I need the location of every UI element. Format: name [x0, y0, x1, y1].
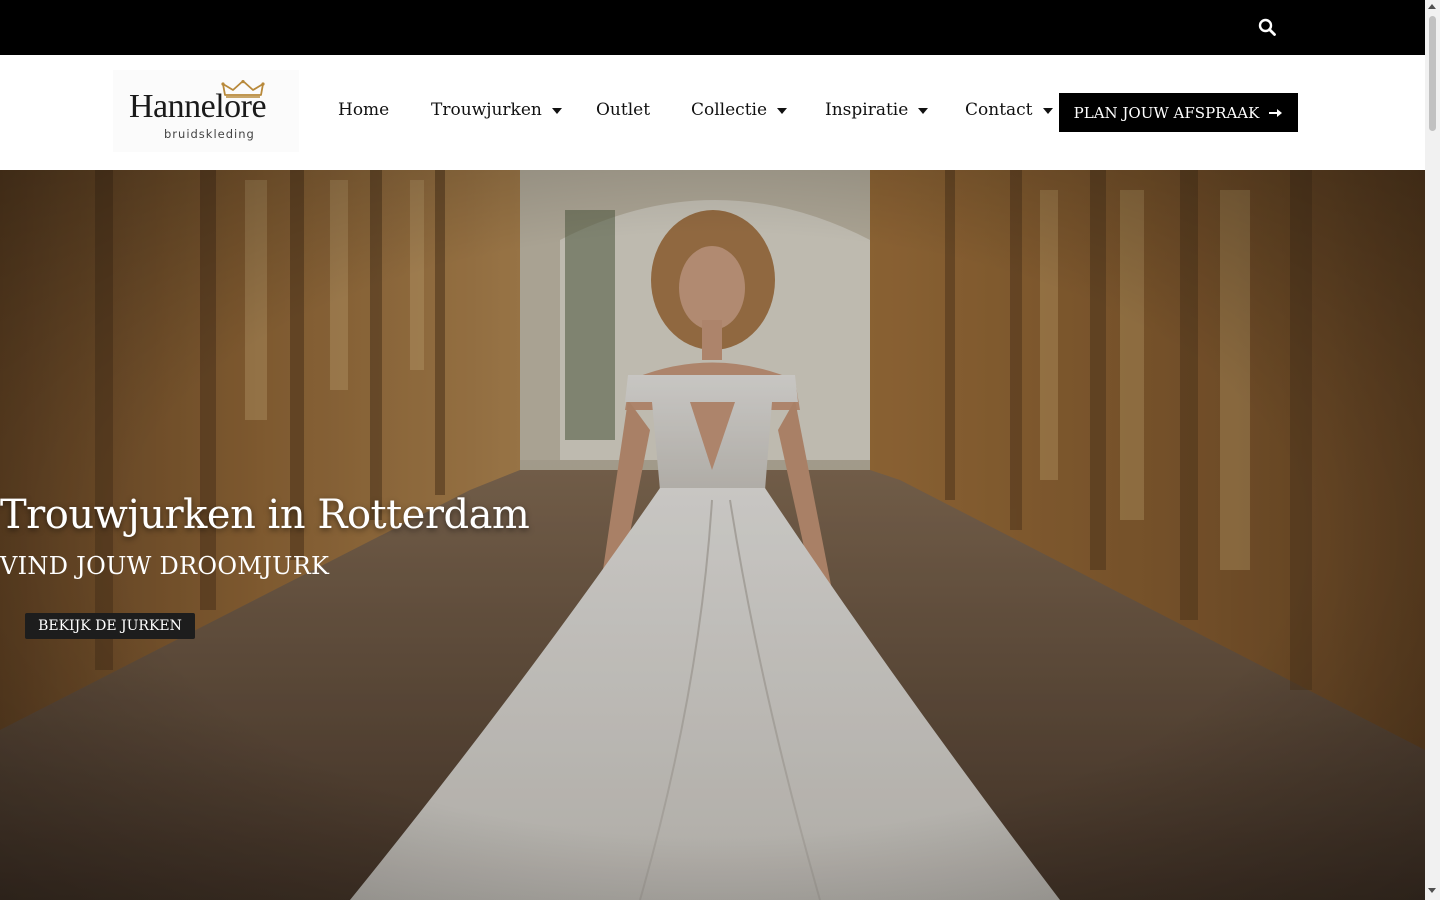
- nav-label: Outlet: [596, 100, 651, 120]
- logo[interactable]: Hannelore bruidskleding: [113, 70, 299, 152]
- caret-down-icon: [777, 108, 788, 114]
- nav-label: Collectie: [691, 100, 768, 120]
- hero-title: Trouwjurken in Rotterdam: [0, 492, 530, 538]
- search-icon[interactable]: [1258, 18, 1276, 36]
- nav-label: Trouwjurken: [431, 100, 542, 120]
- nav-item-inspiratie[interactable]: Inspiratie: [825, 100, 929, 120]
- arrow-right-icon: [1269, 108, 1283, 117]
- hero-section: Trouwjurken in Rotterdam VIND JOUW DROOM…: [0, 170, 1425, 900]
- hero-subtitle: VIND JOUW DROOMJURK: [0, 552, 330, 580]
- site-header: Hannelore bruidskleding Home Trouwjurken…: [0, 55, 1425, 170]
- caret-down-icon: [551, 108, 562, 114]
- caret-down-icon: [1042, 108, 1053, 114]
- nav-item-outlet[interactable]: Outlet: [596, 100, 650, 120]
- caret-down-icon: [918, 108, 929, 114]
- nav-item-collectie[interactable]: Collectie: [691, 100, 788, 120]
- page-scrollbar[interactable]: [1425, 0, 1440, 900]
- top-bar: [0, 0, 1425, 55]
- nav-item-home[interactable]: Home: [338, 100, 389, 120]
- cta-label: PLAN JOUW AFSPRAAK: [1073, 103, 1260, 122]
- nav-item-trouwjurken[interactable]: Trouwjurken: [431, 100, 562, 120]
- scroll-down-icon[interactable]: [1428, 888, 1436, 893]
- nav-item-contact[interactable]: Contact: [965, 100, 1053, 120]
- nav-label: Home: [338, 100, 390, 120]
- view-dresses-button[interactable]: BEKIJK DE JURKEN: [25, 613, 195, 639]
- logo-subtitle: bruidskleding: [164, 127, 255, 141]
- hero-button-label: BEKIJK DE JURKEN: [38, 618, 182, 634]
- logo-name: Hannelore: [129, 88, 267, 125]
- scroll-up-icon[interactable]: [1428, 4, 1436, 9]
- nav-label: Inspiratie: [825, 100, 909, 120]
- plan-appointment-button[interactable]: PLAN JOUW AFSPRAAK: [1059, 93, 1298, 132]
- nav-label: Contact: [965, 100, 1033, 120]
- scrollbar-thumb[interactable]: [1429, 16, 1436, 131]
